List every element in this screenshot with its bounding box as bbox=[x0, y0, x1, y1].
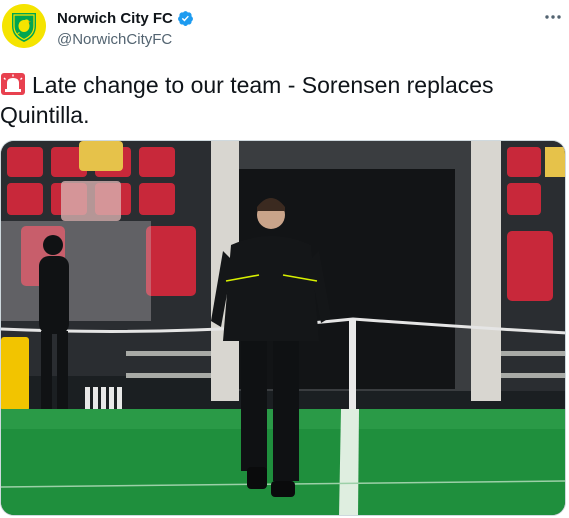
tweet-text-line-2: Quintilla. bbox=[0, 102, 90, 128]
account-name[interactable]: Norwich City FC bbox=[57, 10, 173, 27]
rotating-light-icon bbox=[0, 72, 26, 96]
tweet-text-line-1: Late change to our team - Sorensen repla… bbox=[32, 72, 494, 98]
tweet-header: Norwich City FC @NorwichCityFC bbox=[0, 0, 569, 60]
tweet-photo[interactable] bbox=[0, 140, 566, 516]
stadium-photo bbox=[1, 141, 565, 515]
account-avatar[interactable] bbox=[2, 4, 46, 48]
norwich-crest-logo bbox=[2, 4, 46, 48]
account-handle[interactable]: @NorwichCityFC bbox=[57, 31, 172, 48]
verified-badge-icon bbox=[177, 10, 194, 27]
more-options-icon[interactable] bbox=[542, 8, 564, 26]
tweet-text: Late change to our team - Sorensen repla… bbox=[0, 70, 569, 130]
